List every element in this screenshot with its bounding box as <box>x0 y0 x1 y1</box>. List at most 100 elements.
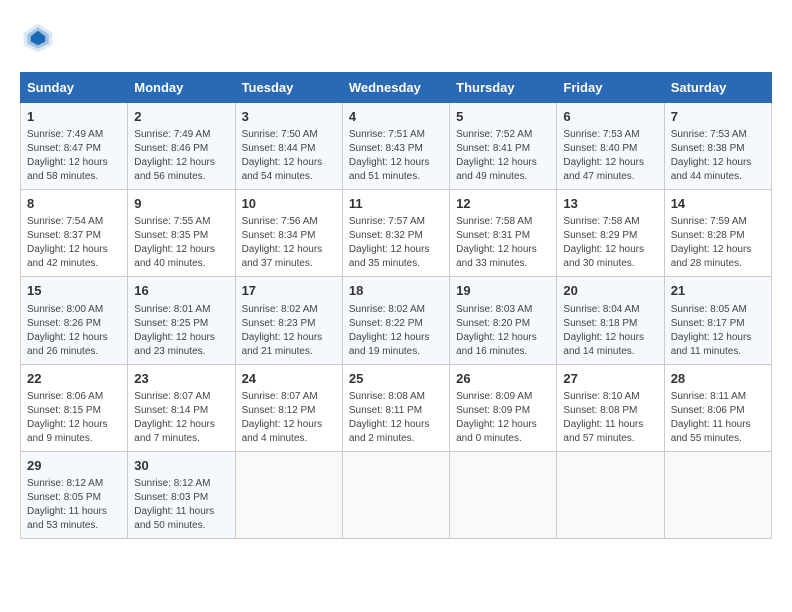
day-info: Sunrise: 8:00 AM Sunset: 8:26 PM Dayligh… <box>27 303 121 359</box>
calendar-cell: 25 Sunrise: 8:08 AM Sunset: 8:11 PM Dayli… <box>342 364 449 451</box>
day-info: Sunrise: 7:58 AM Sunset: 8:31 PM Dayligh… <box>456 215 550 271</box>
day-header-saturday: Saturday <box>664 73 771 103</box>
day-number: 24 <box>242 370 336 388</box>
day-number: 30 <box>134 457 228 475</box>
calendar-header: SundayMondayTuesdayWednesdayThursdayFrid… <box>21 73 772 103</box>
calendar-table: SundayMondayTuesdayWednesdayThursdayFrid… <box>20 72 772 539</box>
day-number: 25 <box>349 370 443 388</box>
day-info: Sunrise: 7:52 AM Sunset: 8:41 PM Dayligh… <box>456 128 550 184</box>
day-info: Sunrise: 7:53 AM Sunset: 8:40 PM Dayligh… <box>563 128 657 184</box>
day-info: Sunrise: 7:56 AM Sunset: 8:34 PM Dayligh… <box>242 215 336 271</box>
calendar-cell: 24 Sunrise: 8:07 AM Sunset: 8:12 PM Dayli… <box>235 364 342 451</box>
calendar-cell: 7 Sunrise: 7:53 AM Sunset: 8:38 PM Daylig… <box>664 103 771 190</box>
day-number: 28 <box>671 370 765 388</box>
header-row: SundayMondayTuesdayWednesdayThursdayFrid… <box>21 73 772 103</box>
day-number: 9 <box>134 195 228 213</box>
calendar-cell: 20 Sunrise: 8:04 AM Sunset: 8:18 PM Dayli… <box>557 277 664 364</box>
calendar-cell: 4 Sunrise: 7:51 AM Sunset: 8:43 PM Daylig… <box>342 103 449 190</box>
calendar-cell: 11Sunrise: 7:57 AM Sunset: 8:32 PM Dayli… <box>342 190 449 277</box>
day-number: 13 <box>563 195 657 213</box>
calendar-row-1: 1Sunrise: 7:49 AM Sunset: 8:47 PM Daylig… <box>21 103 772 190</box>
day-number: 17 <box>242 282 336 300</box>
calendar-cell: 27 Sunrise: 8:10 AM Sunset: 8:08 PM Dayli… <box>557 364 664 451</box>
calendar-cell: 26Sunrise: 8:09 AM Sunset: 8:09 PM Dayli… <box>450 364 557 451</box>
day-info: Sunrise: 8:08 AM Sunset: 8:11 PM Dayligh… <box>349 390 443 446</box>
calendar-cell: 12 Sunrise: 7:58 AM Sunset: 8:31 PM Dayli… <box>450 190 557 277</box>
logo-icon <box>20 20 56 56</box>
day-info: Sunrise: 7:50 AM Sunset: 8:44 PM Dayligh… <box>242 128 336 184</box>
day-info: Sunrise: 7:53 AM Sunset: 8:38 PM Dayligh… <box>671 128 765 184</box>
calendar-cell <box>450 451 557 538</box>
day-number: 10 <box>242 195 336 213</box>
day-number: 7 <box>671 108 765 126</box>
day-number: 20 <box>563 282 657 300</box>
calendar-cell: 3 Sunrise: 7:50 AM Sunset: 8:44 PM Daylig… <box>235 103 342 190</box>
day-info: Sunrise: 8:02 AM Sunset: 8:22 PM Dayligh… <box>349 303 443 359</box>
day-info: Sunrise: 8:04 AM Sunset: 8:18 PM Dayligh… <box>563 303 657 359</box>
calendar-cell <box>664 451 771 538</box>
day-info: Sunrise: 8:06 AM Sunset: 8:15 PM Dayligh… <box>27 390 121 446</box>
day-number: 8 <box>27 195 121 213</box>
day-number: 3 <box>242 108 336 126</box>
day-header-sunday: Sunday <box>21 73 128 103</box>
day-info: Sunrise: 8:11 AM Sunset: 8:06 PM Dayligh… <box>671 390 765 446</box>
day-info: Sunrise: 8:02 AM Sunset: 8:23 PM Dayligh… <box>242 303 336 359</box>
calendar-cell: 21Sunrise: 8:05 AM Sunset: 8:17 PM Dayli… <box>664 277 771 364</box>
calendar-row-3: 15 Sunrise: 8:00 AM Sunset: 8:26 PM Dayli… <box>21 277 772 364</box>
calendar-cell: 17 Sunrise: 8:02 AM Sunset: 8:23 PM Dayli… <box>235 277 342 364</box>
calendar-cell: 15 Sunrise: 8:00 AM Sunset: 8:26 PM Dayli… <box>21 277 128 364</box>
day-info: Sunrise: 7:57 AM Sunset: 8:32 PM Dayligh… <box>349 215 443 271</box>
day-number: 16 <box>134 282 228 300</box>
calendar-cell: 23 Sunrise: 8:07 AM Sunset: 8:14 PM Dayli… <box>128 364 235 451</box>
calendar-cell: 28 Sunrise: 8:11 AM Sunset: 8:06 PM Dayli… <box>664 364 771 451</box>
day-info: Sunrise: 7:51 AM Sunset: 8:43 PM Dayligh… <box>349 128 443 184</box>
day-info: Sunrise: 7:49 AM Sunset: 8:47 PM Dayligh… <box>27 128 121 184</box>
calendar-cell: 19 Sunrise: 8:03 AM Sunset: 8:20 PM Dayli… <box>450 277 557 364</box>
day-number: 23 <box>134 370 228 388</box>
day-info: Sunrise: 8:07 AM Sunset: 8:12 PM Dayligh… <box>242 390 336 446</box>
calendar-cell: 30 Sunrise: 8:12 AM Sunset: 8:03 PM Dayli… <box>128 451 235 538</box>
day-number: 2 <box>134 108 228 126</box>
day-number: 19 <box>456 282 550 300</box>
day-info: Sunrise: 8:12 AM Sunset: 8:03 PM Dayligh… <box>134 477 228 533</box>
day-number: 18 <box>349 282 443 300</box>
calendar-cell <box>235 451 342 538</box>
calendar-cell: 18 Sunrise: 8:02 AM Sunset: 8:22 PM Dayli… <box>342 277 449 364</box>
day-info: Sunrise: 8:09 AM Sunset: 8:09 PM Dayligh… <box>456 390 550 446</box>
day-number: 21 <box>671 282 765 300</box>
calendar-cell: 13 Sunrise: 7:58 AM Sunset: 8:29 PM Dayli… <box>557 190 664 277</box>
day-number: 4 <box>349 108 443 126</box>
day-header-thursday: Thursday <box>450 73 557 103</box>
calendar-cell: 5 Sunrise: 7:52 AM Sunset: 8:41 PM Daylig… <box>450 103 557 190</box>
day-number: 15 <box>27 282 121 300</box>
day-info: Sunrise: 8:03 AM Sunset: 8:20 PM Dayligh… <box>456 303 550 359</box>
day-info: Sunrise: 8:10 AM Sunset: 8:08 PM Dayligh… <box>563 390 657 446</box>
calendar-cell <box>342 451 449 538</box>
page-header <box>20 20 772 56</box>
day-number: 5 <box>456 108 550 126</box>
day-header-monday: Monday <box>128 73 235 103</box>
calendar-cell: 10 Sunrise: 7:56 AM Sunset: 8:34 PM Dayli… <box>235 190 342 277</box>
calendar-cell: 14Sunrise: 7:59 AM Sunset: 8:28 PM Dayli… <box>664 190 771 277</box>
day-number: 27 <box>563 370 657 388</box>
day-number: 12 <box>456 195 550 213</box>
calendar-cell: 29 Sunrise: 8:12 AM Sunset: 8:05 PM Dayli… <box>21 451 128 538</box>
day-number: 29 <box>27 457 121 475</box>
day-header-tuesday: Tuesday <box>235 73 342 103</box>
calendar-cell: 2 Sunrise: 7:49 AM Sunset: 8:46 PM Daylig… <box>128 103 235 190</box>
calendar-cell: 9 Sunrise: 7:55 AM Sunset: 8:35 PM Daylig… <box>128 190 235 277</box>
day-info: Sunrise: 7:55 AM Sunset: 8:35 PM Dayligh… <box>134 215 228 271</box>
calendar-row-5: 29 Sunrise: 8:12 AM Sunset: 8:05 PM Dayli… <box>21 451 772 538</box>
day-info: Sunrise: 7:58 AM Sunset: 8:29 PM Dayligh… <box>563 215 657 271</box>
day-info: Sunrise: 8:07 AM Sunset: 8:14 PM Dayligh… <box>134 390 228 446</box>
day-info: Sunrise: 8:12 AM Sunset: 8:05 PM Dayligh… <box>27 477 121 533</box>
day-info: Sunrise: 7:49 AM Sunset: 8:46 PM Dayligh… <box>134 128 228 184</box>
day-number: 6 <box>563 108 657 126</box>
calendar-cell: 22 Sunrise: 8:06 AM Sunset: 8:15 PM Dayli… <box>21 364 128 451</box>
calendar-body: 1Sunrise: 7:49 AM Sunset: 8:47 PM Daylig… <box>21 103 772 539</box>
day-number: 22 <box>27 370 121 388</box>
day-header-friday: Friday <box>557 73 664 103</box>
calendar-cell: 16Sunrise: 8:01 AM Sunset: 8:25 PM Dayli… <box>128 277 235 364</box>
logo <box>20 20 62 56</box>
calendar-row-2: 8Sunrise: 7:54 AM Sunset: 8:37 PM Daylig… <box>21 190 772 277</box>
